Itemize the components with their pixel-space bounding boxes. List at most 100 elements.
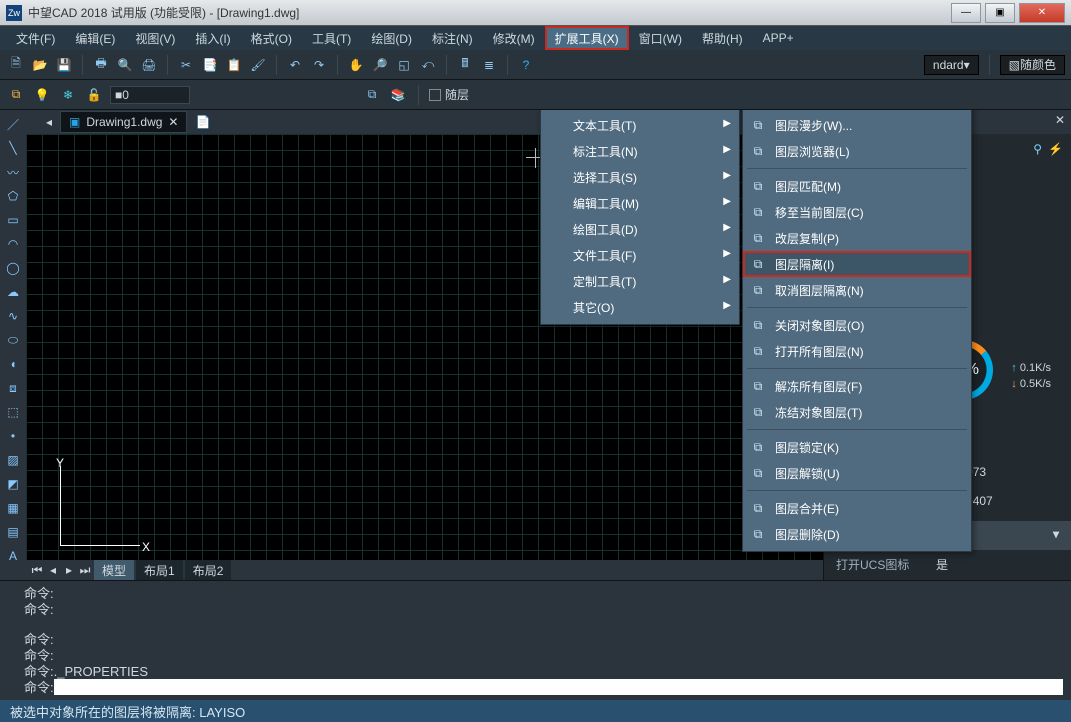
color-combo[interactable]: ▧ 随颜色: [1000, 55, 1065, 75]
panel-close-icon[interactable]: ✕: [1055, 113, 1065, 127]
menu-window[interactable]: 窗口(W): [629, 26, 692, 50]
pan-icon[interactable]: ✋: [346, 55, 366, 75]
menu-file[interactable]: 文件(F): [6, 26, 65, 50]
document-tab[interactable]: ▣ Drawing1.dwg ✕: [60, 111, 187, 133]
layout-prev-icon[interactable]: ◂: [46, 562, 60, 578]
menu-draw[interactable]: 绘图(D): [361, 26, 422, 50]
zoom-win-icon[interactable]: ◱: [394, 55, 414, 75]
layout-last-icon[interactable]: ⏭: [78, 562, 92, 578]
polygon-icon[interactable]: ⬠: [3, 186, 23, 206]
layer-menu-item[interactable]: ⧉移至当前图层(C): [743, 199, 971, 225]
insert-icon[interactable]: ⧈: [3, 378, 23, 398]
redo-icon[interactable]: ↷: [309, 55, 329, 75]
zoom-rt-icon[interactable]: 🔎: [370, 55, 390, 75]
layer-states-icon[interactable]: 📚: [388, 85, 408, 105]
print-icon[interactable]: 🖶: [91, 55, 111, 75]
preview-icon[interactable]: 🔍: [115, 55, 135, 75]
ext-menu-item[interactable]: 编辑工具(M)▶: [541, 190, 739, 216]
undo-icon[interactable]: ↶: [285, 55, 305, 75]
current-layer-field[interactable]: ■ 0: [110, 86, 190, 104]
menu-edit[interactable]: 编辑(E): [65, 26, 125, 50]
table-icon[interactable]: ▤: [3, 522, 23, 542]
layer-menu-item[interactable]: ⧉图层锁定(K): [743, 434, 971, 460]
minimize-button[interactable]: —: [951, 3, 981, 23]
menu-modify[interactable]: 修改(M): [483, 26, 545, 50]
revcloud-icon[interactable]: ☁: [3, 282, 23, 302]
layer-menu-item[interactable]: ⧉冻结对象图层(T): [743, 399, 971, 425]
layer-menu-item[interactable]: ⧉打开所有图层(N): [743, 338, 971, 364]
ext-menu-item[interactable]: 其它(O)▶: [541, 294, 739, 320]
menu-view[interactable]: 视图(V): [125, 26, 185, 50]
rect-icon[interactable]: ▭: [3, 210, 23, 230]
ext-menu-item[interactable]: 选择工具(S)▶: [541, 164, 739, 190]
pline-icon[interactable]: 〰: [3, 162, 23, 182]
menu-extended[interactable]: 扩展工具(X): [545, 26, 629, 50]
spline-icon[interactable]: ∿: [3, 306, 23, 326]
command-input[interactable]: [54, 679, 1063, 695]
style-combo[interactable]: ndard ▾: [924, 55, 979, 75]
new-icon[interactable]: 🗎: [6, 55, 26, 75]
layer-menu-item[interactable]: ⧉解冻所有图层(F): [743, 373, 971, 399]
tab-scroll-left-icon[interactable]: ◂: [46, 115, 52, 129]
menu-dim[interactable]: 标注(N): [422, 26, 483, 50]
ext-menu-item[interactable]: 文件工具(F)▶: [541, 242, 739, 268]
props-icon[interactable]: ≣: [479, 55, 499, 75]
ellipsearc-icon[interactable]: ◖: [3, 354, 23, 374]
close-tab-icon[interactable]: ✕: [168, 115, 178, 129]
menu-tools[interactable]: 工具(T): [302, 26, 361, 50]
layout-next-icon[interactable]: ▸: [62, 562, 76, 578]
gradient-icon[interactable]: ◩: [3, 474, 23, 494]
layer-menu-item[interactable]: ⧉图层解锁(U): [743, 460, 971, 486]
layer-manager-icon[interactable]: ⧉: [6, 85, 26, 105]
save-icon[interactable]: 💾: [54, 55, 74, 75]
ext-menu-item[interactable]: 标注工具(N)▶: [541, 138, 739, 164]
new-tab-icon[interactable]: 📄: [195, 115, 210, 129]
layer-menu-item[interactable]: ⧉图层删除(D): [743, 521, 971, 547]
ext-menu-item[interactable]: 文本工具(T)▶: [541, 112, 739, 138]
layout-tab-2[interactable]: 布局2: [185, 560, 232, 581]
help-icon[interactable]: ?: [516, 55, 536, 75]
menu-format[interactable]: 格式(O): [241, 26, 302, 50]
hatch-icon[interactable]: ▨: [3, 450, 23, 470]
layer-menu-item[interactable]: ⧉图层匹配(M): [743, 173, 971, 199]
cut-icon[interactable]: ✂: [176, 55, 196, 75]
paste-icon[interactable]: 📋: [224, 55, 244, 75]
layer-menu-item[interactable]: ⧉关闭对象图层(O): [743, 312, 971, 338]
layer-menu-item[interactable]: ⧉图层隔离(I): [743, 251, 971, 277]
publish-icon[interactable]: 🖨: [139, 55, 159, 75]
layout-first-icon[interactable]: ⏮: [30, 562, 44, 578]
layer-lock-icon[interactable]: 🔓: [84, 85, 104, 105]
zoom-prev-icon[interactable]: ⤺: [418, 55, 438, 75]
calc-icon[interactable]: 🖩: [455, 55, 475, 75]
pickadd-icon[interactable]: ⚡: [1048, 142, 1063, 156]
menu-insert[interactable]: 插入(I): [185, 26, 240, 50]
layout-tab-model[interactable]: 模型: [94, 560, 134, 581]
line-icon[interactable]: ／: [3, 114, 23, 134]
layer-prev-icon[interactable]: ⧉: [362, 85, 382, 105]
open-icon[interactable]: 📂: [30, 55, 50, 75]
layer-menu-item[interactable]: ⧉取消图层隔离(N): [743, 277, 971, 303]
layer-on-icon[interactable]: 💡: [32, 85, 52, 105]
ext-menu-item[interactable]: 绘图工具(D)▶: [541, 216, 739, 242]
maximize-button[interactable]: ▣: [985, 3, 1015, 23]
region-icon[interactable]: ▦: [3, 498, 23, 518]
point-icon[interactable]: •: [3, 426, 23, 446]
arc-icon[interactable]: ◠: [3, 234, 23, 254]
ellipse-icon[interactable]: ⬭: [3, 330, 23, 350]
circle-icon[interactable]: ◯: [3, 258, 23, 278]
layer-menu-item[interactable]: ⧉改层复制(P): [743, 225, 971, 251]
close-button[interactable]: ✕: [1019, 3, 1065, 23]
xline-icon[interactable]: ╲: [3, 138, 23, 158]
ext-menu-item[interactable]: 定制工具(T)▶: [541, 268, 739, 294]
mtext-icon[interactable]: A: [3, 546, 23, 566]
block-icon[interactable]: ⬚: [3, 402, 23, 422]
menu-appplus[interactable]: APP+: [753, 26, 804, 50]
copy-icon[interactable]: 📑: [200, 55, 220, 75]
match-icon[interactable]: 🖌: [248, 55, 268, 75]
layer-menu-item[interactable]: ⧉图层合并(E): [743, 495, 971, 521]
layout-tab-1[interactable]: 布局1: [136, 560, 183, 581]
layer-menu-item[interactable]: ⧉图层漫步(W)...: [743, 112, 971, 138]
layer-freeze-icon[interactable]: ❄: [58, 85, 78, 105]
layer-menu-item[interactable]: ⧉图层浏览器(L): [743, 138, 971, 164]
menu-help[interactable]: 帮助(H): [692, 26, 753, 50]
